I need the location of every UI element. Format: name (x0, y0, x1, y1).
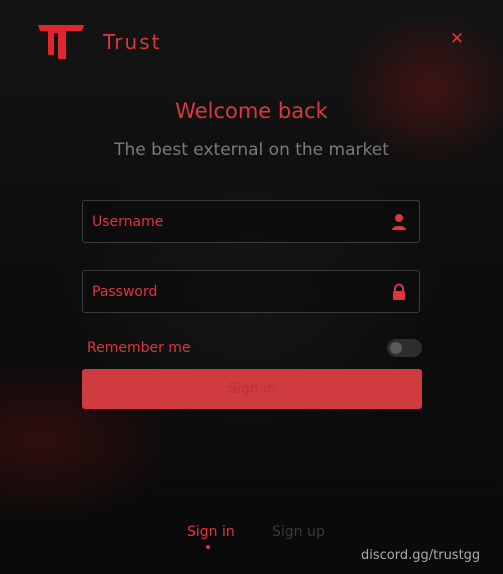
page-subtitle: The best external on the market (114, 140, 389, 160)
page-title: Welcome back (175, 99, 328, 123)
tab-sign-up[interactable]: Sign up (272, 524, 325, 540)
active-tab-indicator (206, 545, 210, 549)
user-icon (392, 214, 406, 230)
password-input[interactable] (92, 271, 382, 312)
close-icon[interactable]: ✕ (448, 30, 466, 48)
brand-name: Trust (103, 30, 162, 54)
discord-link[interactable]: discord.gg/trustgg (361, 548, 480, 563)
password-field[interactable] (82, 270, 420, 313)
tab-sign-in[interactable]: Sign in (187, 524, 235, 540)
username-input[interactable] (92, 201, 382, 242)
login-window: Trust ✕ Welcome back The best external o… (0, 0, 503, 574)
trust-logo-icon (38, 25, 84, 59)
remember-me-label: Remember me (87, 340, 191, 356)
remember-me-toggle[interactable] (387, 339, 422, 357)
lock-icon (393, 283, 405, 300)
toggle-knob (390, 342, 402, 354)
username-field[interactable] (82, 200, 420, 243)
sign-in-button[interactable]: Sign in (82, 369, 422, 409)
